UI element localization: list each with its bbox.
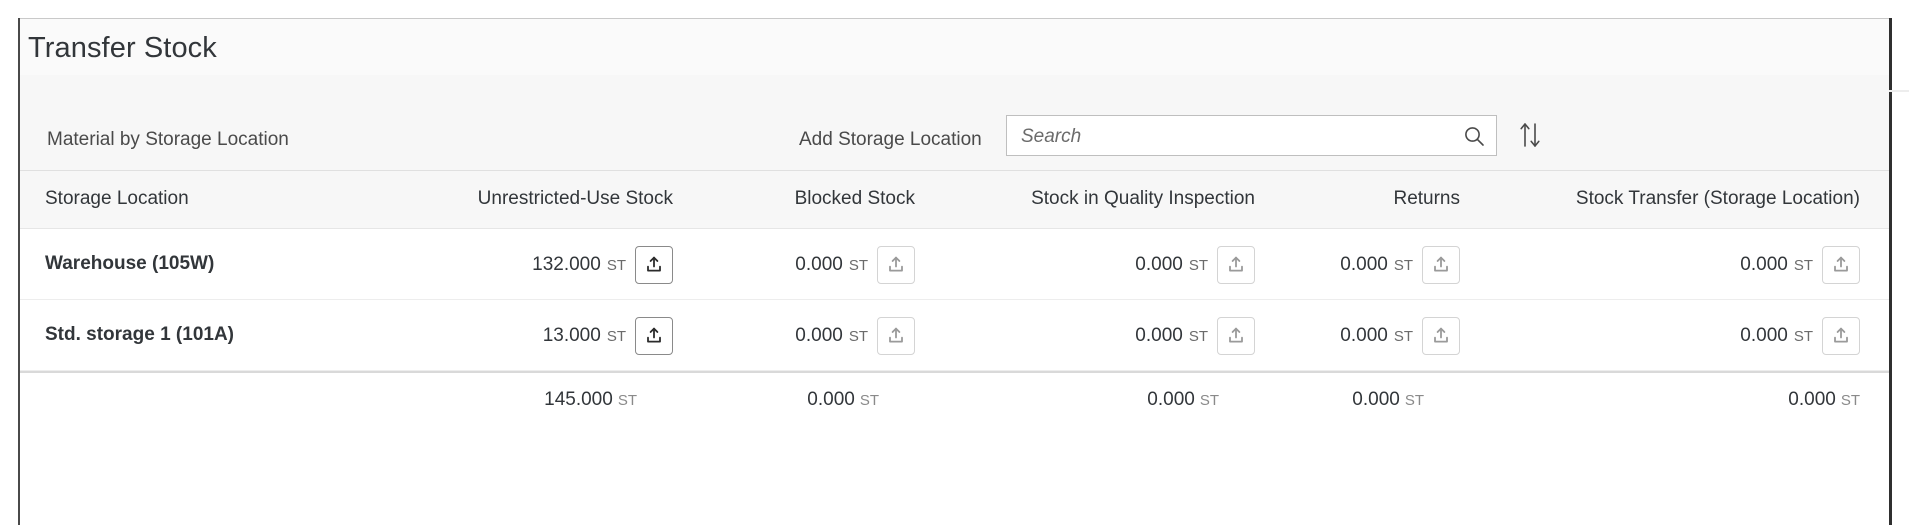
cell-stock-in-quality-inspection: 0.000 ST xyxy=(925,245,1255,285)
total-returns: 0.000 ST xyxy=(1265,389,1424,417)
transfer-stock-page: Transfer Stock Material by Storage Locat… xyxy=(0,0,1919,525)
column-header-stock-transfer-storage-location[interactable]: Stock Transfer (Storage Location) xyxy=(1470,188,1860,210)
cell-blocked-stock: 0.000 ST xyxy=(685,245,915,285)
cell-stock-transfer-storage-location: 0.000 ST xyxy=(1470,316,1860,356)
cell-returns: 0.000 ST xyxy=(1265,316,1460,356)
total-value: 145.000 xyxy=(544,389,613,410)
total-value: 0.000 xyxy=(1352,389,1400,410)
quantity-value: 0.000 xyxy=(795,254,843,275)
column-header-stock-in-quality-inspection[interactable]: Stock in Quality Inspection xyxy=(925,188,1255,210)
quantity-value: 132.000 xyxy=(532,254,601,275)
add-storage-location-button[interactable]: Add Storage Location xyxy=(799,129,982,151)
table-toolbar: Material by Storage Location Add Storage… xyxy=(20,75,1889,171)
unit-of-measure: ST xyxy=(1793,256,1813,274)
transfer-button[interactable] xyxy=(1422,317,1460,355)
column-header-unrestricted-use-stock[interactable]: Unrestricted-Use Stock xyxy=(365,188,673,210)
unit-of-measure: ST xyxy=(1393,256,1413,274)
cell-storage-location: Std. storage 1 (101A) xyxy=(45,324,234,345)
cell-unrestricted-use-stock: 13.000 ST xyxy=(365,316,673,356)
search-input[interactable] xyxy=(1019,116,1443,157)
transfer-button[interactable] xyxy=(1422,246,1460,284)
quantity-value: 0.000 xyxy=(1340,254,1388,275)
unit-of-measure: ST xyxy=(1188,256,1208,274)
transfer-button[interactable] xyxy=(1822,317,1860,355)
cell-unrestricted-use-stock: 132.000 ST xyxy=(365,245,673,285)
transfer-button[interactable] xyxy=(877,246,915,284)
column-header-returns[interactable]: Returns xyxy=(1265,188,1460,210)
column-header-blocked-stock[interactable]: Blocked Stock xyxy=(685,188,915,210)
total-value: 0.000 xyxy=(1788,389,1836,410)
unit-of-measure: ST xyxy=(848,256,868,274)
column-header-storage-location[interactable]: Storage Location xyxy=(45,188,189,210)
material-by-storage-location-card: Material by Storage Location Add Storage… xyxy=(20,75,1889,525)
search-field[interactable] xyxy=(1006,115,1497,157)
quantity-value: 0.000 xyxy=(1740,325,1788,346)
transfer-button[interactable] xyxy=(877,317,915,355)
total-value: 0.000 xyxy=(807,389,855,410)
total-stock-in-quality-inspection: 0.000 ST xyxy=(925,389,1219,417)
unit-of-measure: ST xyxy=(859,392,879,409)
quantity-value: 0.000 xyxy=(1135,325,1183,346)
page-title: Transfer Stock xyxy=(28,32,217,64)
table-row[interactable]: Warehouse (105W) 132.000 ST 0.000 ST 0.0… xyxy=(20,229,1889,300)
cell-blocked-stock: 0.000 ST xyxy=(685,316,915,356)
quantity-value: 13.000 xyxy=(542,325,601,346)
quantity-value: 0.000 xyxy=(1340,325,1388,346)
total-unrestricted-use-stock: 145.000 ST xyxy=(365,389,637,417)
table-header-row: Storage Location Unrestricted-Use Stock … xyxy=(20,171,1889,229)
quantity-value: 0.000 xyxy=(795,325,843,346)
transfer-button[interactable] xyxy=(1217,246,1255,284)
cell-stock-transfer-storage-location: 0.000 ST xyxy=(1470,245,1860,285)
unit-of-measure: ST xyxy=(1199,392,1219,409)
unit-of-measure: ST xyxy=(606,327,626,345)
table-toolbar-title: Material by Storage Location xyxy=(47,129,289,150)
search-icon[interactable] xyxy=(1462,124,1486,148)
unit-of-measure: ST xyxy=(1393,327,1413,345)
cell-stock-in-quality-inspection: 0.000 ST xyxy=(925,316,1255,356)
total-stock-transfer-storage-location: 0.000 ST xyxy=(1470,389,1860,417)
cell-returns: 0.000 ST xyxy=(1265,245,1460,285)
total-blocked-stock: 0.000 ST xyxy=(685,389,879,417)
unit-of-measure: ST xyxy=(606,256,626,274)
quantity-value: 0.000 xyxy=(1135,254,1183,275)
cell-storage-location: Warehouse (105W) xyxy=(45,253,215,274)
table-totals-row: 145.000 ST 0.000 ST 0.000 ST 0.000 ST 0.… xyxy=(20,371,1889,435)
transfer-button[interactable] xyxy=(1217,317,1255,355)
quantity-value: 0.000 xyxy=(1740,254,1788,275)
sort-ascending-descending-icon[interactable] xyxy=(1516,120,1544,150)
transfer-button[interactable] xyxy=(1822,246,1860,284)
unit-of-measure: ST xyxy=(1188,327,1208,345)
total-value: 0.000 xyxy=(1147,389,1195,410)
transfer-button[interactable] xyxy=(635,317,673,355)
unit-of-measure: ST xyxy=(617,392,637,409)
unit-of-measure: ST xyxy=(848,327,868,345)
unit-of-measure: ST xyxy=(1404,392,1424,409)
transfer-button[interactable] xyxy=(635,246,673,284)
panel-right-border xyxy=(1889,18,1892,525)
unit-of-measure: ST xyxy=(1793,327,1813,345)
unit-of-measure: ST xyxy=(1840,392,1860,409)
table-row[interactable]: Std. storage 1 (101A) 13.000 ST 0.000 ST xyxy=(20,300,1889,371)
